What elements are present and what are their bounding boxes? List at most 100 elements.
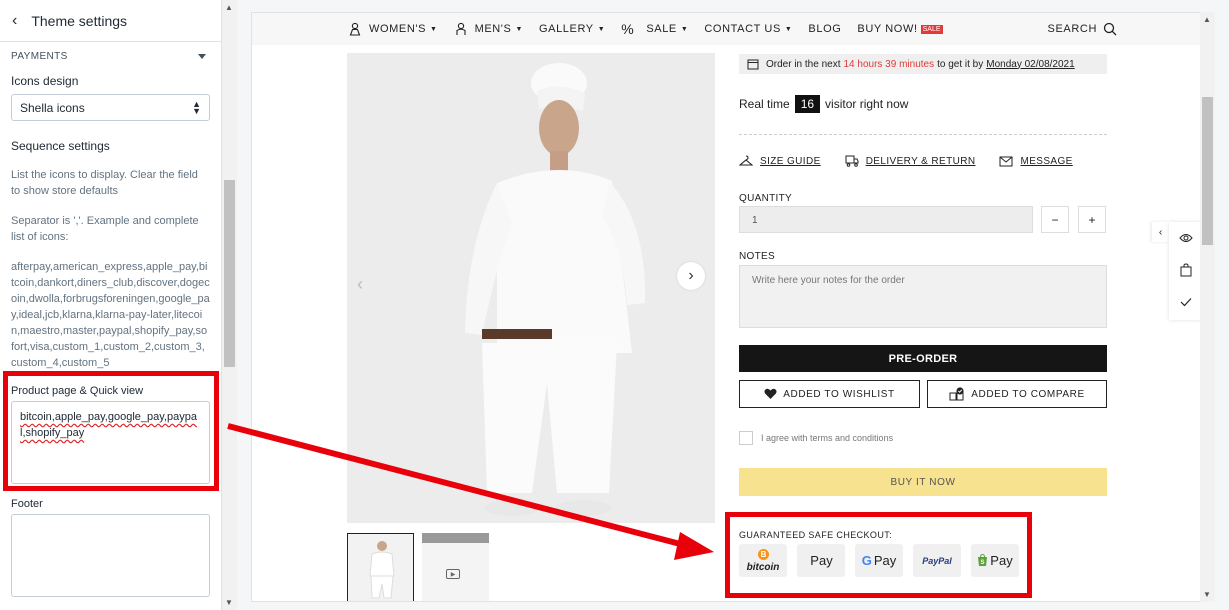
nav-search[interactable]: SEARCH <box>1048 22 1117 36</box>
thumbnail-1-image <box>369 541 395 599</box>
quick-view-tool[interactable] <box>1169 222 1202 254</box>
man-icon <box>456 22 466 35</box>
chevron-down-icon: ▼ <box>430 25 438 33</box>
chevron-down-icon: ▼ <box>784 25 793 33</box>
preview-scrollbar[interactable]: ▲ ▼ <box>1200 12 1215 602</box>
model-photo <box>347 53 715 523</box>
footer-label: Footer <box>11 498 43 510</box>
sidebar-header: ‹ Theme settings <box>0 0 221 42</box>
heart-icon <box>764 388 777 399</box>
message-link[interactable]: MESSAGE <box>999 155 1072 167</box>
product-main-image[interactable]: ‹ › <box>347 53 715 523</box>
floating-toolbar <box>1169 222 1202 320</box>
pre-order-button[interactable]: PRE-ORDER <box>739 345 1107 372</box>
hanger-icon <box>739 155 753 166</box>
nav-label-gallery: GALLERY <box>538 23 594 35</box>
compare-label: ADDED TO COMPARE <box>971 388 1085 400</box>
sequence-settings-heading: Sequence settings <box>11 139 110 153</box>
sidebar-scroll-thumb[interactable] <box>224 180 235 367</box>
help-text-separator: Separator is ','. Example and complete l… <box>11 215 199 243</box>
nav-label-buynow: BUY NOW! <box>857 23 918 35</box>
nav-item-blog[interactable]: BLOG <box>808 23 841 35</box>
notes-input[interactable]: Write here your notes for the order <box>739 265 1107 328</box>
size-guide-label: SIZE GUIDE <box>760 155 821 167</box>
next-image-icon[interactable]: › <box>677 262 705 290</box>
realtime-visitors: Real time 16 visitor right now <box>739 95 908 113</box>
quantity-input[interactable]: 1 <box>739 206 1033 233</box>
compare-check-icon <box>949 387 964 401</box>
scroll-up-icon[interactable]: ▲ <box>1203 15 1211 24</box>
terms-label: I agree with terms and conditions <box>761 433 894 443</box>
scroll-up-icon[interactable]: ▲ <box>225 3 233 12</box>
delivery-return-link[interactable]: DELIVERY & RETURN <box>845 155 976 167</box>
compare-button[interactable]: ADDED TO COMPARE <box>927 380 1107 408</box>
thumbnail-1[interactable] <box>347 533 414 601</box>
bag-icon <box>1180 263 1191 277</box>
scroll-down-icon[interactable]: ▼ <box>225 598 233 607</box>
truck-icon <box>845 155 859 167</box>
quantity-plus-button[interactable]: + <box>1078 206 1106 233</box>
icons-list-text: afterpay,american_express,apple_pay,bitc… <box>11 261 210 369</box>
notes-label: NOTES <box>739 251 775 262</box>
nav-item-contact[interactable]: CONTACT US ▼ <box>704 23 792 35</box>
order-mid-text: to get it by <box>937 58 984 70</box>
help-text-clear: List the icons to display. Clear the fie… <box>11 169 198 197</box>
visitor-count: 16 <box>794 95 821 113</box>
chevron-down-icon: ▼ <box>597 25 606 33</box>
cart-tool[interactable] <box>1169 254 1202 286</box>
nav-label-mens: MEN'S <box>474 23 512 35</box>
order-countdown: Order in the next 14 hours 39 minutes to… <box>739 54 1107 74</box>
search-icon <box>1103 22 1117 36</box>
buy-it-now-button[interactable]: BUY IT NOW <box>739 468 1107 496</box>
terms-agreement: I agree with terms and conditions <box>739 431 893 445</box>
icons-design-select[interactable]: Shella icons ▲ ▼ <box>11 94 210 121</box>
nav-label-contact: CONTACT US <box>704 23 781 35</box>
prev-image-icon[interactable]: ‹ <box>357 274 363 295</box>
message-label: MESSAGE <box>1020 155 1073 167</box>
play-icon: ▶ <box>446 569 460 579</box>
product-links: SIZE GUIDE DELIVERY & RETURN MESSAGE <box>739 155 1097 167</box>
quantity-label: QUANTITY <box>739 193 792 204</box>
woman-icon <box>349 22 361 36</box>
select-arrows-icon: ▲ ▼ <box>192 98 201 116</box>
quantity-minus-button[interactable]: − <box>1041 206 1069 233</box>
preview-scroll-thumb[interactable] <box>1202 97 1213 245</box>
size-guide-link[interactable]: SIZE GUIDE <box>739 155 821 167</box>
nav-item-sale[interactable]: % SALE ▼ <box>621 21 688 37</box>
caret-down-icon <box>198 54 206 59</box>
nav-item-womens[interactable]: WOMEN'S ▼ <box>348 22 438 36</box>
sidebar-scrollbar[interactable]: ▲ ▼ <box>222 0 237 610</box>
nav-label-sale: SALE <box>646 23 677 35</box>
nav-item-buynow[interactable]: BUY NOW! SALE <box>857 23 943 35</box>
theme-settings-sidebar: ‹ Theme settings PAYMENTS Icons design S… <box>0 0 222 610</box>
calendar-icon <box>747 59 759 70</box>
wishlist-button[interactable]: ADDED TO WISHLIST <box>739 380 920 408</box>
wishlist-label: ADDED TO WISHLIST <box>783 388 895 400</box>
order-countdown-time: 14 hours 39 minutes <box>843 58 935 70</box>
envelope-icon <box>999 156 1013 167</box>
nav-item-mens[interactable]: MEN'S ▼ <box>454 22 523 36</box>
order-pre-text: Order in the next <box>766 58 841 70</box>
tool-collapse-tab[interactable]: ‹ <box>1152 222 1169 242</box>
percent-icon: % <box>621 21 635 37</box>
payments-section-toggle[interactable]: PAYMENTS <box>11 51 210 62</box>
sidebar-title: Theme settings <box>31 12 128 29</box>
main-nav: WOMEN'S ▼ MEN'S ▼ GALLERY ▼ % SALE ▼ CONTACT… <box>252 13 1212 45</box>
nav-item-gallery[interactable]: GALLERY ▼ <box>539 23 605 35</box>
check-tool[interactable] <box>1169 286 1202 318</box>
highlight-box-right <box>725 512 1032 598</box>
thumbnail-2-video[interactable]: ▶ <box>422 533 489 601</box>
payments-section-label: PAYMENTS <box>11 51 68 62</box>
back-arrow-icon[interactable]: ‹ <box>12 12 17 30</box>
footer-icons-input[interactable] <box>11 514 210 597</box>
terms-checkbox[interactable] <box>739 431 753 445</box>
eye-icon <box>1178 234 1193 242</box>
thumbnail-video-bar <box>422 533 489 543</box>
icons-design-value: Shella icons <box>20 100 85 115</box>
icons-design-label: Icons design <box>11 74 79 88</box>
realtime-post: visitor right now <box>825 97 909 111</box>
divider <box>739 134 1107 135</box>
check-icon <box>1180 298 1191 307</box>
order-date: Monday 02/08/2021 <box>986 58 1075 70</box>
scroll-down-icon[interactable]: ▼ <box>1203 590 1211 599</box>
